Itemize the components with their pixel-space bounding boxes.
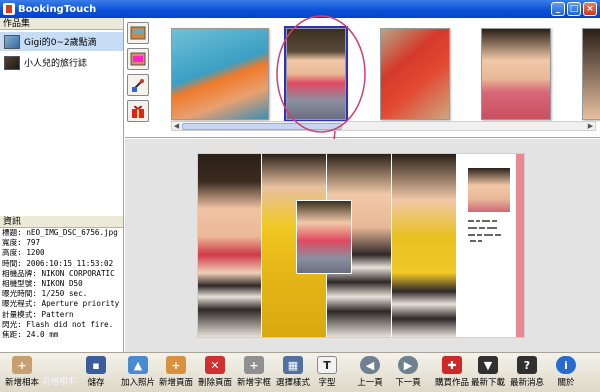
- strip-photo-selected[interactable]: [284, 26, 348, 122]
- add-textbox-label: 新增字框: [236, 378, 271, 388]
- next-page-button[interactable]: ▶ 下一頁: [386, 356, 430, 388]
- downloads-button[interactable]: ▼ 最新下載: [466, 356, 510, 388]
- downloads-label: 最新下載: [470, 378, 505, 388]
- info-line: 相機品牌: NIKON CORPORATIC: [2, 268, 115, 278]
- gift-tool-icon[interactable]: [127, 100, 149, 122]
- info-line: 焦距: 24.0 mm: [2, 330, 59, 340]
- add-page-icon: +: [166, 356, 186, 374]
- strip-tools: [127, 22, 151, 126]
- background-tool-icon[interactable]: [127, 48, 149, 70]
- download-arrow-icon: ▼: [478, 356, 498, 374]
- question-icon: ?: [517, 356, 537, 374]
- scroll-right-icon[interactable]: ▶: [586, 122, 595, 130]
- clipart-tool-icon[interactable]: [127, 74, 149, 96]
- info-line: 寬度: 797: [2, 238, 41, 248]
- album-thumbnail: [4, 34, 20, 49]
- page-canvas: [125, 139, 600, 352]
- bottom-toolbar: + 新增相本 新增相本 ▪ 儲存 ▲ 加入照片 + 新增頁面 ✕ 刪除頁面 + …: [0, 352, 600, 392]
- add-textbox-icon: +: [244, 356, 264, 374]
- next-arrow-icon: ▶: [398, 356, 418, 374]
- next-page-label: 下一頁: [395, 378, 421, 388]
- album-page[interactable]: [197, 153, 525, 338]
- album-item[interactable]: Gigi的0~2歲點滴: [0, 32, 123, 51]
- left-panel: 作品集 Gigi的0~2歲點滴 小人兒的旅行誌 資訊 標題: nEO_IMG_D…: [0, 18, 124, 352]
- strip-photo[interactable]: [171, 28, 269, 120]
- info-line: 高度: 1200: [2, 248, 45, 258]
- new-album-icon: +: [12, 356, 32, 374]
- scroll-thumb[interactable]: [182, 123, 342, 130]
- info-line: 相機型號: NIKON D50: [2, 279, 83, 289]
- strip-photo[interactable]: [380, 28, 450, 120]
- add-textbox-button[interactable]: + 新增字框: [232, 356, 276, 388]
- title-bar: BookingTouch _ □ ×: [0, 0, 600, 18]
- font-button[interactable]: T 字型: [305, 356, 349, 388]
- photo-strip: ◀ ▶: [125, 18, 600, 138]
- delete-page-button[interactable]: ✕ 刪除頁面: [193, 356, 237, 388]
- news-button[interactable]: ? 最新消息: [505, 356, 549, 388]
- album-label: Gigi的0~2歲點滴: [24, 38, 97, 48]
- about-label: 關於: [557, 378, 575, 388]
- gift-icon: ✚: [442, 356, 462, 374]
- albums-heading: 作品集: [0, 18, 123, 30]
- page-small-photo[interactable]: [468, 168, 510, 212]
- info-panel: 資訊 標題: nEO_IMG_DSC_6756.jpg 寬度: 797 高度: …: [0, 216, 123, 352]
- font-icon: T: [317, 356, 337, 374]
- save-label: 儲存: [87, 378, 105, 388]
- add-page-button[interactable]: + 新增頁面: [154, 356, 198, 388]
- info-icon: i: [556, 356, 576, 374]
- page-photo[interactable]: [198, 154, 261, 337]
- add-page-label: 新增頁面: [158, 378, 193, 388]
- about-button[interactable]: i 關於: [544, 356, 588, 388]
- strip-scrollbar[interactable]: ◀ ▶: [171, 121, 596, 131]
- info-line: 曝光程式: Aperture priority: [2, 299, 120, 309]
- strip-photo[interactable]: [582, 28, 600, 120]
- prev-arrow-icon: ◀: [360, 356, 380, 374]
- info-heading: 資訊: [0, 216, 123, 228]
- news-label: 最新消息: [509, 378, 544, 388]
- info-line: 標題: nEO_IMG_DSC_6756.jpg: [2, 228, 118, 237]
- page-accent-strip: [516, 154, 524, 337]
- info-line: 曝光時間: 1/250 sec.: [2, 289, 88, 299]
- minimize-button[interactable]: _: [551, 2, 565, 16]
- font-label: 字型: [318, 378, 336, 388]
- add-photo-icon: ▲: [128, 356, 148, 374]
- window-title: BookingTouch: [18, 3, 97, 15]
- album-item[interactable]: 小人兒的旅行誌: [0, 53, 123, 72]
- window-controls: _ □ ×: [551, 2, 597, 16]
- strip-photo[interactable]: [481, 28, 551, 120]
- scroll-left-icon[interactable]: ◀: [172, 122, 181, 130]
- page-caption-scribble: [468, 220, 501, 242]
- delete-page-icon: ✕: [205, 356, 225, 374]
- close-button[interactable]: ×: [583, 2, 597, 16]
- maximize-button[interactable]: □: [567, 2, 581, 16]
- layout-tool-icon[interactable]: [127, 22, 149, 44]
- album-label: 小人兒的旅行誌: [24, 59, 88, 69]
- page-photo[interactable]: [392, 154, 456, 337]
- info-line: 閃光: Flash did not fire.: [2, 319, 114, 329]
- floppy-icon: ▪: [86, 356, 106, 374]
- save-button[interactable]: ▪ 儲存: [74, 356, 118, 388]
- delete-page-label: 刪除頁面: [197, 378, 232, 388]
- page-photo-inset[interactable]: [296, 200, 352, 274]
- photo-metadata: 標題: nEO_IMG_DSC_6756.jpg 寬度: 797 高度: 120…: [0, 228, 123, 340]
- app-icon: [3, 3, 15, 15]
- info-line: 計量模式: Pattern: [2, 309, 74, 319]
- info-line: 時間: 2006:10:15 11:53:02: [2, 258, 114, 268]
- album-thumbnail: [4, 55, 20, 70]
- style-icon: ▦: [283, 356, 303, 374]
